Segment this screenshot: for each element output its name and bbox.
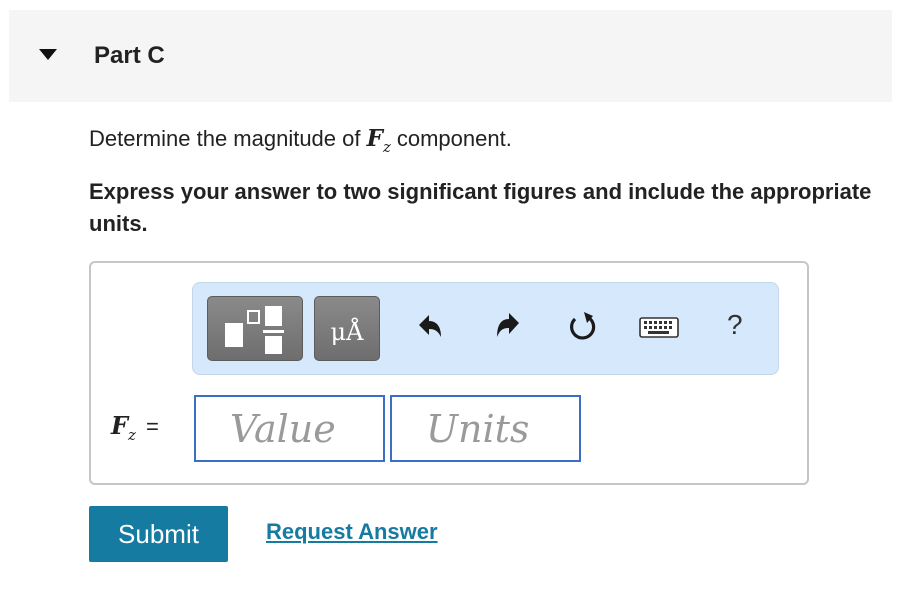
keyboard-icon [639,317,679,338]
request-answer-link[interactable]: Request Answer [266,519,438,545]
equals-sign: = [145,414,159,439]
answer-variable-label: Fz = [111,411,159,444]
undo-icon [419,315,441,337]
redo-icon [497,313,519,337]
redo-button[interactable] [489,307,529,347]
reset-button[interactable] [563,307,603,347]
answer-variable-subscript: z [128,426,136,444]
instruction-text: Express your answer to two significant f… [89,179,872,236]
reset-icon [570,312,596,340]
keyboard-button[interactable] [637,307,683,347]
units-button[interactable]: μÅ [314,296,380,361]
question-text: Determine the magnitude of Fz component. [89,125,512,156]
help-button[interactable]: ? [727,309,743,341]
question-variable-subscript: z [382,138,391,156]
question-prefix: Determine the magnitude of [89,126,367,151]
templates-icon [225,306,284,354]
answer-variable: F [111,411,129,440]
units-input[interactable] [390,395,581,462]
question-variable: F [366,125,383,152]
question-suffix: component. [396,126,512,151]
value-input[interactable] [194,395,385,462]
templates-button[interactable] [207,296,303,361]
part-title: Part C [94,42,165,69]
caret-down-icon[interactable] [39,49,57,60]
undo-button[interactable] [409,307,449,347]
math-toolbar: μÅ ? [192,282,779,375]
submit-button[interactable]: Submit [89,506,228,562]
